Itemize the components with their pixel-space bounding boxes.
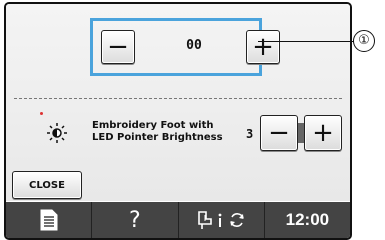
increase-button[interactable]: + <box>246 30 280 64</box>
indicator-dot <box>40 112 43 115</box>
decrease-button[interactable]: − <box>101 30 135 64</box>
led-increase-button[interactable]: + <box>304 115 342 151</box>
brightness-icon <box>47 123 67 143</box>
settings-screen: − 00 + Embroidery Foot with LED Pointer … <box>4 2 352 240</box>
led-label-line1: Embroidery Foot with <box>92 120 214 131</box>
plus-symbol: + <box>252 32 274 62</box>
led-decrease-button[interactable]: − <box>260 115 298 151</box>
document-icon <box>40 209 58 231</box>
help-button[interactable]: ? <box>92 202 179 238</box>
led-label-line2: LED Pointer Brightness <box>92 132 223 143</box>
callout-marker: ① <box>353 30 375 52</box>
document-button[interactable] <box>6 202 93 238</box>
rotate-icon <box>230 213 244 227</box>
presser-foot-icon <box>198 211 212 229</box>
led-brightness-value: 3 <box>246 127 254 141</box>
settings-panel: − 00 + Embroidery Foot with LED Pointer … <box>6 4 350 201</box>
info-icon <box>218 213 222 227</box>
callout-line <box>258 41 354 42</box>
needle-mode-button[interactable] <box>179 202 265 238</box>
divider <box>14 98 342 99</box>
plus-symbol: + <box>312 118 334 148</box>
time-display: 12:00 <box>285 210 330 229</box>
led-brightness-stepper: − + <box>260 115 342 151</box>
help-icon: ? <box>129 207 141 233</box>
close-label: CLOSE <box>29 179 65 191</box>
minus-symbol: − <box>268 118 290 148</box>
led-brightness-label: Embroidery Foot with LED Pointer Brightn… <box>92 120 240 144</box>
clock: 12:00 <box>265 202 350 238</box>
status-bar: ? 12:00 <box>6 202 350 238</box>
adjust-value: 00 <box>186 38 202 53</box>
minus-symbol: − <box>107 32 129 62</box>
close-button[interactable]: CLOSE <box>12 171 82 199</box>
